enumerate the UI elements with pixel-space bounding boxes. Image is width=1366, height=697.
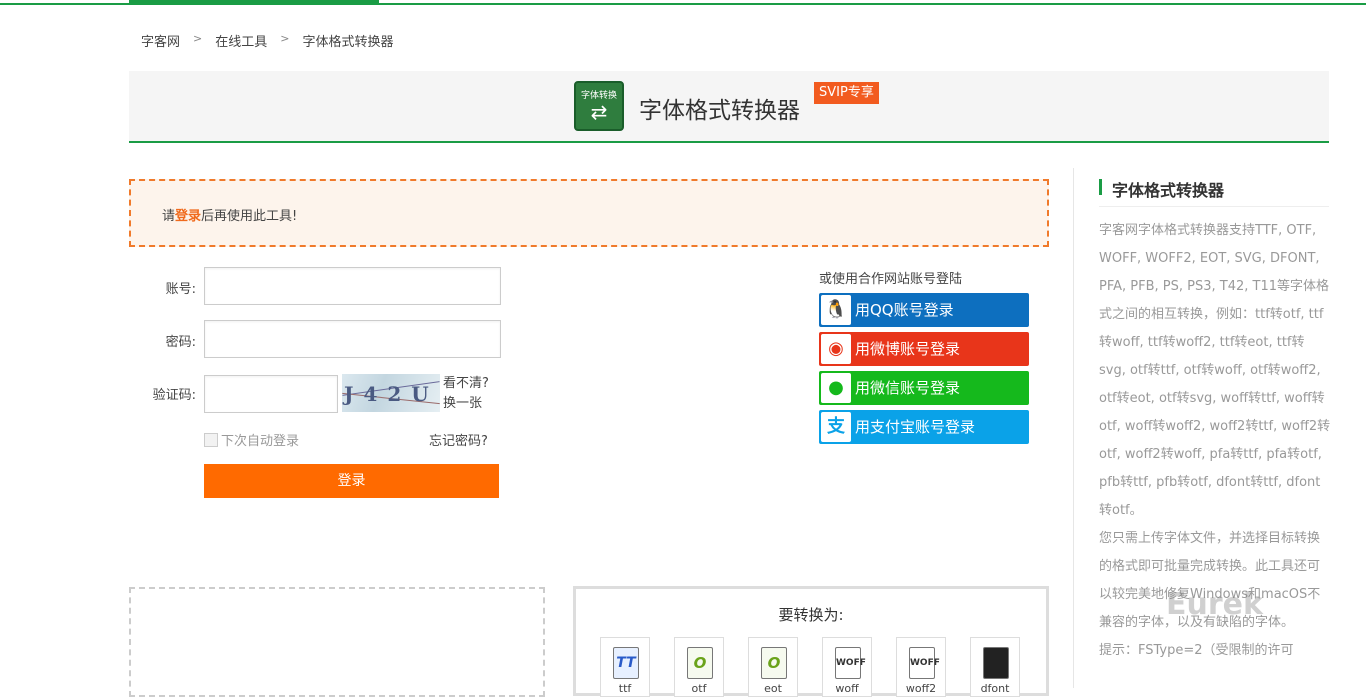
format-option-ttf[interactable]: TT ttf [600,637,650,697]
convert-format-panel: 要转换为: TT ttf O otf O eot WOFF woff WOFF … [573,586,1049,697]
convert-arrows-icon: ⇄ [590,100,608,124]
forgot-password-link[interactable]: 忘记密码? [429,430,488,449]
wechat-login-button[interactable]: ● 用微信账号登录 [819,371,1029,405]
alipay-icon: 支 [821,412,851,442]
otf-file-icon: O [687,647,713,679]
format-option-otf[interactable]: O otf [674,637,724,697]
alipay-login-button[interactable]: 支 用支付宝账号登录 [819,410,1029,444]
remember-label: 下次自动登录 [221,434,300,449]
alipay-login-label: 用支付宝账号登录 [855,418,976,436]
font-upload-dropzone[interactable] [129,587,545,697]
breadcrumb-home[interactable]: 字客网 [141,31,180,50]
format-option-eot[interactable]: O eot [748,637,798,697]
weibo-login-label: 用微博账号登录 [855,340,961,358]
breadcrumb: 字客网 > 在线工具 > 字体格式转换器 [141,31,393,50]
sidebar-para1: 字客网字体格式转换器支持TTF, OTF, WOFF, WOFF2, EOT, … [1099,223,1331,518]
notice-text: 请登录后再使用此工具! [162,205,297,224]
weibo-login-button[interactable]: ◉ 用微博账号登录 [819,332,1029,366]
sidebar-header: 字体格式转换器 [1099,175,1329,207]
captcha-input[interactable] [204,375,338,413]
page-title: 字体格式转换器 [639,98,800,124]
sidebar-para3: 提示：FSType=2（受限制的许可 [1099,643,1294,658]
eot-file-icon: O [761,647,787,679]
refresh-line2: 换一张 [443,396,483,411]
account-label: 账号: [165,282,196,297]
font-convert-logo-icon: 字体转换 ⇄ [574,81,624,131]
login-notice: 请登录后再使用此工具! [129,179,1049,247]
notice-prefix: 请 [162,209,176,224]
watermark-logo: Eurek [1166,587,1263,622]
format-option-woff[interactable]: WOFF woff [822,637,872,697]
refresh-line1: 看不清? [443,376,489,391]
qq-login-label: 用QQ账号登录 [855,301,954,319]
breadcrumb-tools[interactable]: 在线工具 [215,31,267,50]
sidebar-header-accent [1099,179,1102,195]
qq-login-button[interactable]: 🐧 用QQ账号登录 [819,293,1029,327]
ttf-file-icon: TT [613,647,639,679]
notice-login-link[interactable]: 登录 [175,209,201,224]
convert-title: 要转换为: [778,606,844,624]
sidebar-divider [1073,168,1074,688]
account-input[interactable] [204,267,501,305]
captcha-label: 验证码: [152,388,196,403]
breadcrumb-current: 字体格式转换器 [302,35,394,50]
captcha-image[interactable]: J42U [342,374,440,412]
password-input[interactable] [204,320,501,358]
captcha-refresh-link[interactable]: 看不清? 换一张 [443,374,489,414]
tool-banner: 字体转换 ⇄ 字体格式转换器 SVIP专享 [129,71,1329,143]
top-accent-line [0,0,1366,5]
weibo-icon: ◉ [821,334,851,364]
woff2-file-icon: WOFF [909,647,940,679]
remember-checkbox[interactable] [204,432,218,447]
format-option-dfont[interactable]: dfont [970,637,1020,697]
breadcrumb-separator: > [193,32,203,45]
format-option-woff2[interactable]: WOFF woff2 [896,637,946,697]
sidebar-title: 字体格式转换器 [1112,181,1225,200]
woff-file-icon: WOFF [835,647,866,679]
wechat-icon: ● [821,373,851,403]
dfont-file-icon [983,647,1009,679]
wechat-login-label: 用微信账号登录 [855,379,961,397]
login-button[interactable]: 登录 [204,464,499,498]
top-accent-active [129,0,379,5]
partner-login-title: 或使用合作网站账号登陆 [819,272,963,287]
notice-suffix: 后再使用此工具! [201,209,298,224]
password-label: 密码: [165,335,196,350]
qq-icon: 🐧 [821,295,851,325]
breadcrumb-separator: > [280,32,290,45]
remember-me[interactable]: 下次自动登录 [204,430,299,449]
captcha-text: J42U [344,382,439,406]
svip-badge: SVIP专享 [814,82,879,104]
